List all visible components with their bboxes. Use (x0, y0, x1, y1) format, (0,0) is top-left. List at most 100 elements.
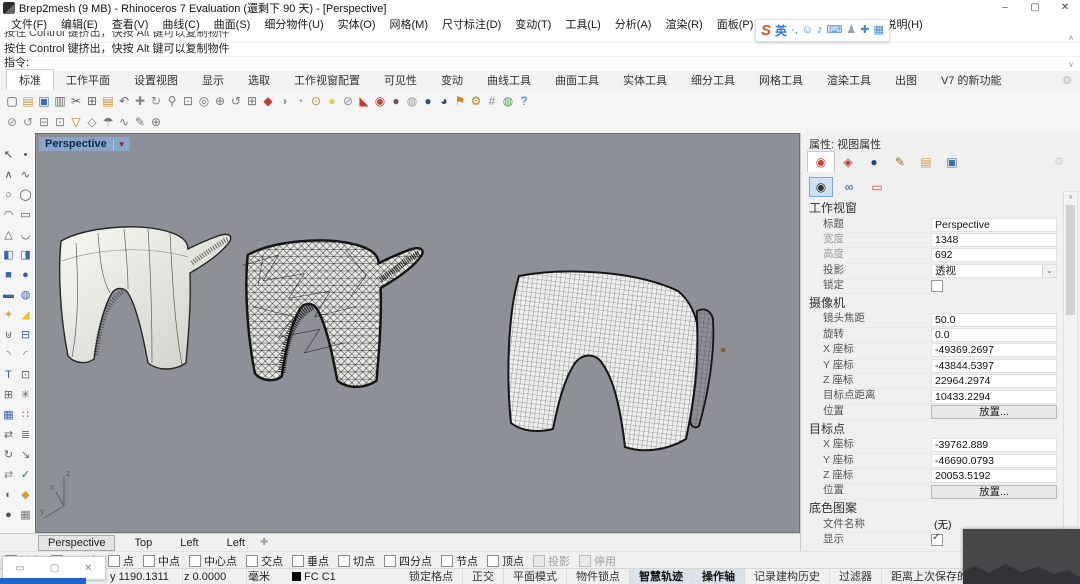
menu-item[interactable]: 曲面(S) (207, 16, 258, 32)
property-value-input[interactable]: -39762.889 (931, 438, 1057, 452)
isolate-icon[interactable]: ⊙ (308, 93, 324, 109)
shaded-ball-icon[interactable]: ● (1, 507, 17, 523)
property-value-input[interactable]: Perspective (931, 218, 1057, 232)
ime-smiley-icon[interactable]: ☺ (802, 25, 813, 36)
property-value-input[interactable]: 22964.2974 (931, 374, 1057, 388)
paste-icon[interactable]: ▤ (100, 93, 116, 109)
frame-props-icon[interactable]: ▭ (865, 177, 889, 197)
select-cursor-icon[interactable]: ↖ (1, 147, 17, 163)
layers-tab-icon[interactable]: ◈ (835, 152, 861, 172)
menu-item[interactable]: 面板(P) (710, 16, 761, 32)
viewport-tab[interactable]: Left (218, 536, 254, 550)
libraries-tab-icon[interactable]: ▤ (913, 152, 939, 172)
zoom-selected-icon[interactable]: ⊕ (212, 93, 228, 109)
scroll-up-icon[interactable]: ∧ (1068, 193, 1073, 201)
property-value-input[interactable]: 50.0 (931, 313, 1057, 327)
status-toggle[interactable]: 过滤器 (830, 569, 882, 584)
notes-tab-icon[interactable]: ▣ (939, 152, 965, 172)
toolbar-tab[interactable]: 实体工具 (611, 70, 679, 90)
viewport-min-icon[interactable]: ⊟ (36, 114, 52, 130)
toolbar-tab[interactable]: 曲线工具 (475, 70, 543, 90)
undo-icon[interactable]: ↶ (116, 93, 132, 109)
fillet-surface-icon[interactable]: ◢ (18, 307, 34, 323)
property-checkbox[interactable] (931, 534, 943, 546)
filter-curves-icon[interactable]: ∿ (116, 114, 132, 130)
osnap-checkbox[interactable] (338, 555, 350, 567)
osnap-toggle[interactable]: 点 (108, 553, 134, 569)
selection-filter-icon[interactable]: ▽ (68, 114, 84, 130)
rotate-2d-icon[interactable]: ↻ (1, 447, 17, 463)
panel-scrollbar[interactable]: ∧ ∨ (1063, 191, 1078, 545)
group-icon[interactable]: ⊞ (1, 387, 17, 403)
rectangle-icon[interactable]: ▭ (18, 207, 34, 223)
raytraced-mode-icon[interactable]: ◕ (436, 93, 452, 109)
osnap-checkbox[interactable] (441, 555, 453, 567)
toolbar-tab[interactable]: 变动 (429, 70, 475, 90)
tabbar-gear-icon[interactable]: ⚙ (1062, 74, 1072, 87)
mini-minimize-button[interactable]: ▭ (15, 563, 24, 574)
camera-props-icon[interactable]: ◉ (809, 177, 833, 197)
polyline-icon[interactable]: ∧ (1, 167, 17, 183)
status-toggle[interactable]: 正交 (463, 569, 504, 584)
scroll-down-icon[interactable]: ∨ (1068, 60, 1074, 69)
menu-item[interactable]: 网格(M) (383, 16, 436, 32)
grid-snap-icon[interactable]: # (484, 93, 500, 109)
toolbar-tab[interactable]: 细分工具 (679, 70, 747, 90)
property-value-input[interactable]: -43844.5397 (931, 359, 1057, 373)
osnap-toggle[interactable]: 切点 (338, 553, 375, 569)
osnap-toggle[interactable]: 节点 (441, 553, 478, 569)
filter-solids-icon[interactable]: ◇ (84, 114, 100, 130)
toolbar-tab[interactable]: 显示 (190, 70, 236, 90)
viewport-tab[interactable]: Perspective (38, 535, 115, 551)
box-icon[interactable]: ■ (1, 267, 17, 283)
blend-curve-icon[interactable]: ◜ (18, 347, 34, 363)
menu-item[interactable]: 变动(T) (508, 16, 558, 32)
lock-icon[interactable]: ⊘ (340, 93, 356, 109)
viewport-title-dropdown-icon[interactable]: ▼ (113, 139, 130, 150)
osnap-checkbox[interactable] (189, 555, 201, 567)
menu-item[interactable]: 编辑(E) (54, 16, 105, 32)
zoom-extents-icon[interactable]: ◎ (196, 93, 212, 109)
disable-osnap-icon[interactable]: ⊘ (4, 114, 20, 130)
property-value-input[interactable]: 20053.5192 (931, 469, 1057, 483)
copy-icon[interactable]: ⊞ (84, 93, 100, 109)
close-button[interactable]: ✕ (1050, 0, 1080, 16)
property-value-input[interactable]: -49369.2697 (931, 343, 1057, 357)
panel-gear-icon[interactable]: ⚙ (1054, 155, 1064, 168)
ime-skin-icon[interactable]: ✚ (860, 25, 869, 36)
menu-item[interactable]: 分析(A) (608, 16, 659, 32)
viewport-title[interactable]: Perspective (39, 137, 113, 151)
shaded-mode-icon[interactable]: ● (388, 93, 404, 109)
mini-close-button[interactable]: ✕ (84, 563, 92, 574)
arc-icon[interactable]: ◠ (1, 207, 17, 223)
sogou-logo-icon[interactable]: S (761, 23, 771, 38)
layer-tools-icon[interactable]: ▦ (18, 507, 34, 523)
color-wheel-icon[interactable]: ◉ (372, 93, 388, 109)
scrollbar-thumb[interactable] (1066, 205, 1075, 315)
osnap-toggle[interactable]: 中点 (143, 553, 180, 569)
property-value-input[interactable]: -46690.0793 (931, 454, 1057, 468)
command-scrollbar[interactable]: ∧ ∨ (1065, 33, 1077, 69)
menu-item[interactable]: 细分物件(U) (257, 16, 330, 32)
open-file-icon[interactable]: ▤ (20, 93, 36, 109)
scroll-up-icon[interactable]: ∧ (1068, 33, 1074, 42)
torus-icon[interactable]: ◍ (18, 287, 34, 303)
toolbar-tab[interactable]: 选取 (236, 70, 282, 90)
perspective-viewport[interactable]: Perspective ▼ (35, 133, 800, 533)
ime-keyboard-icon[interactable]: ⌨ (827, 25, 843, 36)
control-point-curve-icon[interactable]: ∿ (18, 167, 34, 183)
curve-two-views-icon[interactable]: ◡ (18, 227, 34, 243)
status-toggle[interactable]: 物件锁点 (567, 569, 630, 584)
link-props-icon[interactable]: ∞ (837, 177, 861, 197)
property-value-input[interactable]: 1348 (931, 233, 1057, 247)
check-icon[interactable]: ✓ (18, 467, 34, 483)
fillet-curve-icon[interactable]: ◝ (1, 347, 17, 363)
property-select[interactable]: 透视⌄ (931, 264, 1057, 278)
place-button[interactable]: 放置... (931, 405, 1057, 419)
toolbar-tab[interactable]: 出图 (883, 70, 929, 90)
properties-tab-icon[interactable]: ◉ (807, 151, 835, 172)
toolbar-tab[interactable]: 工作视窗配置 (282, 70, 372, 90)
rendered-mode-icon[interactable]: ● (420, 93, 436, 109)
unit-indicator[interactable]: 毫米 (248, 569, 295, 584)
zoom-window-icon[interactable]: ⊡ (180, 93, 196, 109)
